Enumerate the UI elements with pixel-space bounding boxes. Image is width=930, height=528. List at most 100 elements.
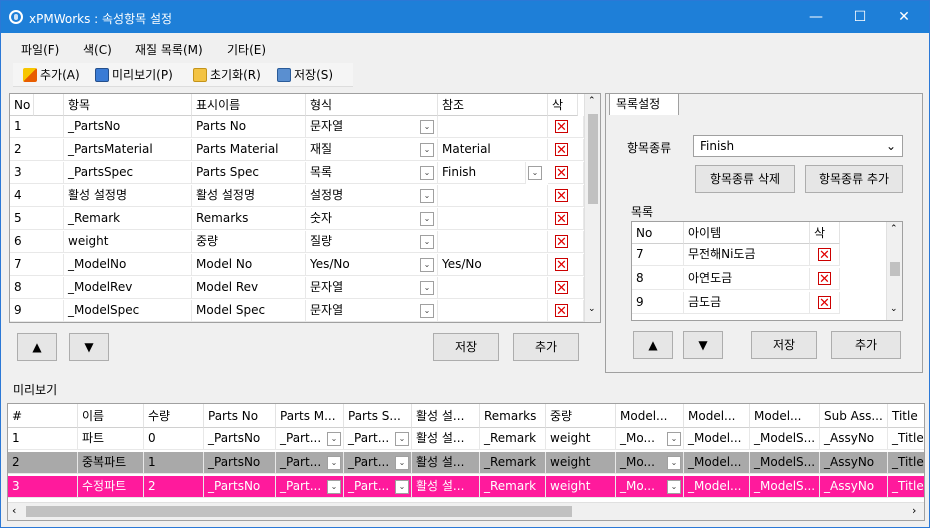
row-item[interactable]: weight xyxy=(64,231,192,253)
preview-cell[interactable]: _Remark xyxy=(480,428,546,450)
fields-grid-scrollbar[interactable]: ⌃ ⌄ xyxy=(584,94,600,322)
col-header-delete[interactable]: 삭 xyxy=(548,94,578,116)
scroll-right-arrow-icon[interactable]: › xyxy=(912,504,916,517)
preview-col-header[interactable]: Title xyxy=(888,404,924,428)
col-header-display[interactable]: 표시이름 xyxy=(192,94,306,116)
preview-hscrollbar[interactable]: ‹ › xyxy=(8,502,924,520)
move-down-button[interactable]: ▼ xyxy=(69,333,109,361)
preview-cell[interactable]: _ModelS... xyxy=(750,428,820,450)
row-item[interactable]: _Remark xyxy=(64,208,192,230)
minimize-button[interactable]: — xyxy=(793,1,839,33)
close-button[interactable]: ✕ xyxy=(881,1,927,33)
row-display-name[interactable]: 활성 설정명 xyxy=(192,185,306,207)
row-reference[interactable] xyxy=(438,208,548,230)
maximize-button[interactable]: ☐ xyxy=(837,1,883,33)
delete-category-button[interactable]: 항목종류 삭제 xyxy=(695,165,795,193)
row-reference[interactable]: Finish xyxy=(438,162,526,184)
type-dropdown-icon[interactable]: ⌄ xyxy=(420,212,434,226)
category-combo[interactable]: Finish ⌄ xyxy=(693,135,903,157)
preview-col-header[interactable]: Model... xyxy=(684,404,750,428)
row-display-name[interactable]: Parts No xyxy=(192,116,306,138)
list-add-button[interactable]: 추가 xyxy=(831,331,901,359)
row-display-name[interactable]: Model Rev xyxy=(192,277,306,299)
row-display-name[interactable]: Parts Material xyxy=(192,139,306,161)
list-scroll-thumb[interactable] xyxy=(890,262,900,276)
row-type[interactable]: 문자열 xyxy=(306,277,438,299)
row-type[interactable]: 숫자 xyxy=(306,208,438,230)
menu-color[interactable]: 색(C) xyxy=(83,41,112,58)
preview-cell[interactable]: 활성 설... xyxy=(412,476,480,498)
delete-x-icon[interactable]: ✕ xyxy=(555,235,568,249)
save-tool-button[interactable]: 저장(S) xyxy=(277,66,333,83)
col-header-no[interactable]: No xyxy=(10,94,34,116)
preview-tool-button[interactable]: 미리보기(P) xyxy=(95,66,173,83)
preview-dropdown-icon[interactable]: ⌄ xyxy=(395,456,409,470)
preview-cell[interactable]: 2 xyxy=(144,476,204,498)
list-col-delete[interactable]: 삭 xyxy=(810,222,840,244)
tab-list-settings[interactable]: 목록설정 xyxy=(609,93,679,115)
delete-x-icon[interactable]: ✕ xyxy=(555,281,568,295)
col-header-item[interactable]: 항목 xyxy=(64,94,192,116)
list-row-item[interactable]: 무전해Ni도금 xyxy=(684,244,810,266)
row-item[interactable]: _ModelRev xyxy=(64,277,192,299)
preview-cell[interactable]: _ModelS... xyxy=(750,476,820,498)
preview-cell[interactable]: _Model... xyxy=(684,476,750,498)
preview-cell[interactable]: 수정파트 xyxy=(78,476,144,498)
preview-cell[interactable]: 활성 설... xyxy=(412,452,480,474)
preview-col-header[interactable]: Model... xyxy=(616,404,684,428)
menu-other[interactable]: 기타(E) xyxy=(227,41,266,58)
delete-x-icon[interactable]: ✕ xyxy=(555,143,568,157)
preview-dropdown-icon[interactable]: ⌄ xyxy=(327,432,341,446)
preview-col-header[interactable]: Remarks xyxy=(480,404,546,428)
scroll-up-arrow-icon[interactable]: ⌃ xyxy=(588,96,596,106)
row-display-name[interactable]: Remarks xyxy=(192,208,306,230)
list-move-up-button[interactable]: ▲ xyxy=(633,331,673,359)
row-display-name[interactable]: Parts Spec xyxy=(192,162,306,184)
list-scroll-up-icon[interactable]: ⌃ xyxy=(890,224,898,234)
preview-dropdown-icon[interactable]: ⌄ xyxy=(327,456,341,470)
preview-col-header[interactable]: Parts S... xyxy=(344,404,412,428)
list-save-button[interactable]: 저장 xyxy=(751,331,817,359)
preview-cell[interactable]: weight xyxy=(546,452,616,474)
row-type[interactable]: 질량 xyxy=(306,231,438,253)
list-scrollbar[interactable]: ⌃ ⌄ xyxy=(886,222,902,320)
preview-cell[interactable]: _AssyNo xyxy=(820,452,888,474)
list-row-item[interactable]: 아연도금 xyxy=(684,268,810,290)
preview-cell[interactable]: _Title xyxy=(888,476,924,498)
row-item[interactable]: 활성 설정명 xyxy=(64,185,192,207)
type-dropdown-icon[interactable]: ⌄ xyxy=(420,258,434,272)
row-display-name[interactable]: 중량 xyxy=(192,231,306,253)
scroll-thumb[interactable] xyxy=(588,114,598,204)
preview-col-header[interactable]: Sub Ass... xyxy=(820,404,888,428)
add-tool-button[interactable]: 추가(A) xyxy=(23,66,80,83)
delete-x-icon[interactable]: ✕ xyxy=(555,166,568,180)
delete-x-icon[interactable]: ✕ xyxy=(818,248,831,262)
preview-col-header[interactable]: 이름 xyxy=(78,404,144,428)
preview-dropdown-icon[interactable]: ⌄ xyxy=(395,432,409,446)
row-item[interactable]: _PartsSpec xyxy=(64,162,192,184)
scroll-down-arrow-icon[interactable]: ⌄ xyxy=(588,304,596,314)
save-button[interactable]: 저장 xyxy=(433,333,499,361)
delete-x-icon[interactable]: ✕ xyxy=(818,296,831,310)
list-scroll-down-icon[interactable]: ⌄ xyxy=(890,304,898,314)
preview-cell[interactable]: _PartsNo xyxy=(204,452,276,474)
row-type[interactable]: 재질 xyxy=(306,139,438,161)
menu-material-list[interactable]: 재질 목록(M) xyxy=(135,41,203,58)
row-reference[interactable] xyxy=(438,277,548,299)
delete-x-icon[interactable]: ✕ xyxy=(555,120,568,134)
preview-col-header[interactable]: Model... xyxy=(750,404,820,428)
row-item[interactable]: _ModelSpec xyxy=(64,300,192,322)
preview-col-header[interactable]: Parts No xyxy=(204,404,276,428)
preview-cell[interactable]: 중복파트 xyxy=(78,452,144,474)
type-dropdown-icon[interactable]: ⌄ xyxy=(420,281,434,295)
preview-col-header[interactable]: Parts M... xyxy=(276,404,344,428)
preview-dropdown-icon[interactable]: ⌄ xyxy=(667,480,681,494)
preview-cell[interactable]: _Title xyxy=(888,428,924,450)
ref-dropdown-icon[interactable]: ⌄ xyxy=(528,166,542,180)
row-reference[interactable] xyxy=(438,185,548,207)
row-item[interactable]: _ModelNo xyxy=(64,254,192,276)
preview-dropdown-icon[interactable]: ⌄ xyxy=(667,432,681,446)
delete-x-icon[interactable]: ✕ xyxy=(555,189,568,203)
menu-file[interactable]: 파일(F) xyxy=(21,41,59,58)
type-dropdown-icon[interactable]: ⌄ xyxy=(420,235,434,249)
